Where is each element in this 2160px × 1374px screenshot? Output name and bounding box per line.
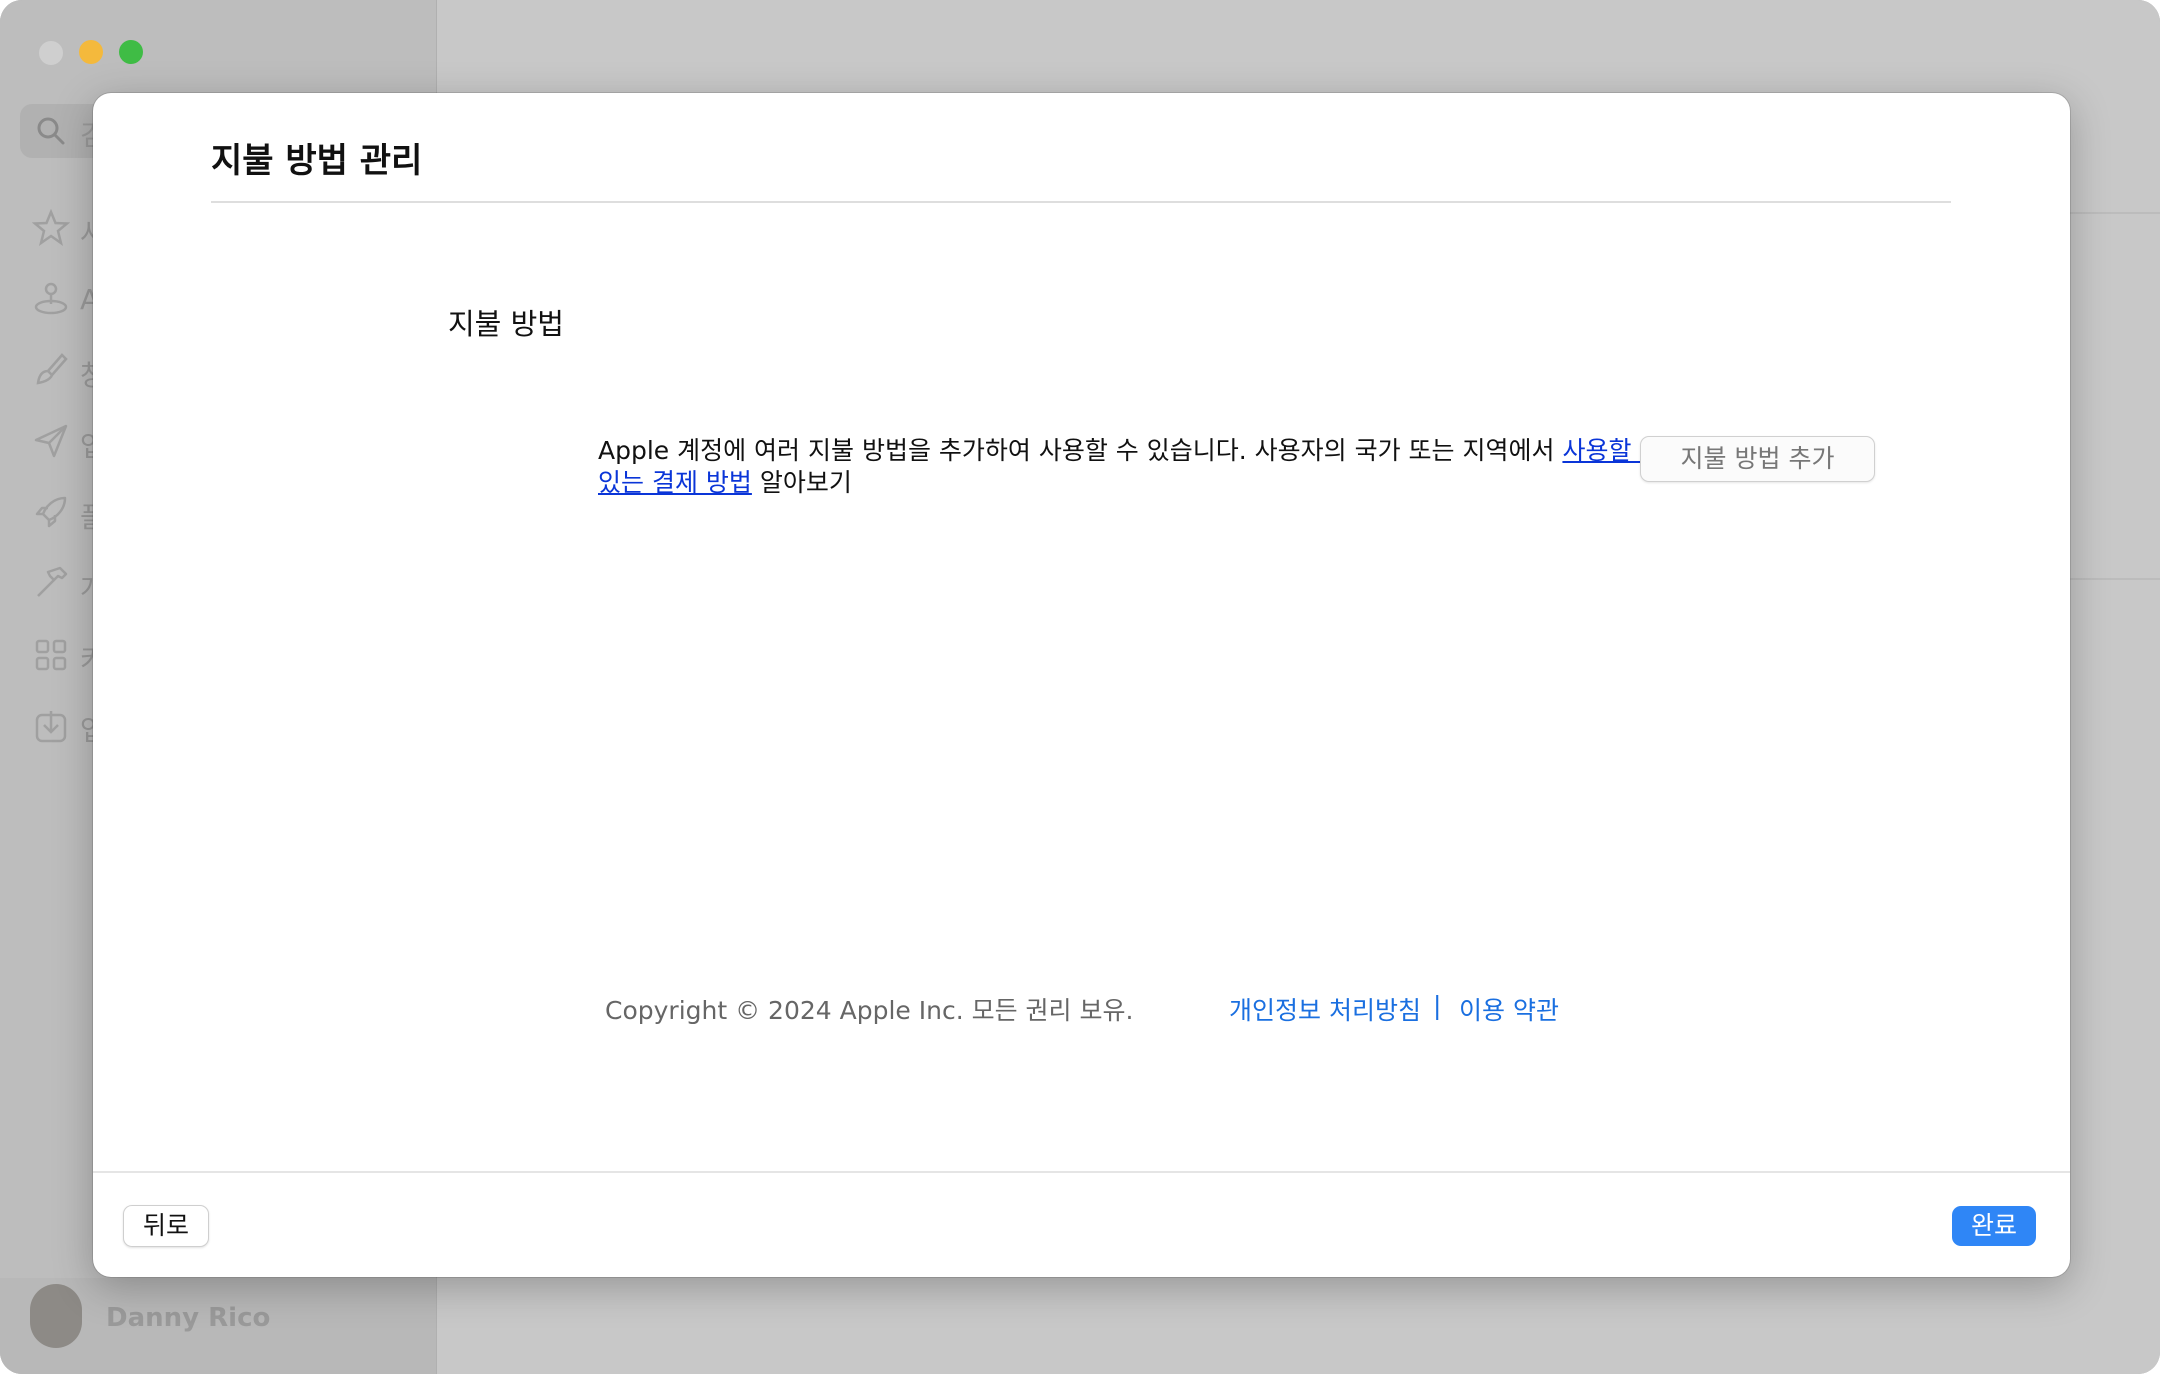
payment-description: Apple 계정에 여러 지불 방법을 추가하여 사용할 수 있습니다. 사용자… [598,435,1688,499]
description-suffix: 알아보기 [751,468,852,497]
grid-icon [35,639,67,671]
brush-icon [36,353,68,385]
manage-payment-dialog: 지불 방법 관리 지불 방법 Apple 계정에 여러 지불 방법을 추가하여 … [93,93,2070,1277]
dialog-title: 지불 방법 관리 [211,141,423,181]
zoom-window-button[interactable] [119,40,143,64]
done-button[interactable]: 완료 [1952,1206,2036,1246]
user-name[interactable]: Danny Rico [106,1303,270,1333]
add-payment-method-button[interactable]: 지불 방법 추가 [1640,436,1875,482]
section-heading: 지불 방법 [448,307,564,341]
arcade-icon [34,282,68,315]
paper-plane-icon [34,424,68,458]
back-button[interactable]: 뒤로 [123,1205,209,1247]
download-icon [35,711,67,743]
divider [93,1171,2070,1173]
terms-link[interactable]: 이용 약관 [1459,991,1559,1027]
minimize-window-button[interactable] [79,40,103,64]
divider [211,201,1951,203]
rocket-icon [35,496,67,528]
footer-separator: | [1433,991,1442,1020]
avatar[interactable] [30,1284,82,1348]
close-window-button[interactable] [38,40,64,66]
privacy-policy-link[interactable]: 개인정보 처리방침 [1229,991,1421,1027]
description-text: Apple 계정에 여러 지불 방법을 추가하여 사용할 수 있습니다. 사용자… [598,436,1563,465]
search-icon [37,117,65,145]
star-icon [32,209,70,246]
hammer-icon [37,566,68,597]
copyright-text: Copyright © 2024 Apple Inc. 모든 권리 보유. [605,996,1134,1025]
